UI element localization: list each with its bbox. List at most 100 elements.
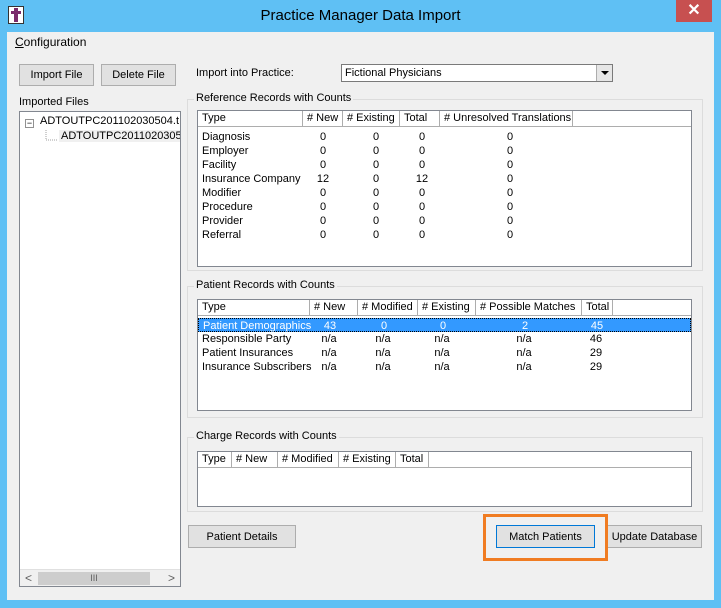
- update-database-button[interactable]: Update Database: [607, 525, 702, 548]
- reference-records-header-cell[interactable]: # Unresolved Translations: [440, 111, 573, 126]
- reference-records-cell: 0: [319, 229, 327, 241]
- patient-records-cell: 0: [439, 320, 447, 332]
- charge-records-header-cell[interactable]: Type: [198, 452, 232, 467]
- reference-records-row[interactable]: Employer 0 0 0 0: [198, 144, 691, 158]
- reference-records-cell: 0: [319, 201, 327, 213]
- reference-records-cell: 0: [506, 173, 514, 185]
- reference-records-cell: 0: [506, 187, 514, 199]
- reference-records-cell: 0: [372, 187, 380, 199]
- reference-records-header-cell[interactable]: Total: [400, 111, 440, 126]
- scroll-right-icon[interactable]: >: [163, 570, 180, 586]
- tree-node-root[interactable]: ADTOUTPC201102030504.t: [40, 115, 179, 127]
- charge-records-header-cell[interactable]: # New: [232, 452, 278, 467]
- reference-records-cell: Procedure: [202, 201, 253, 213]
- patient-records-row[interactable]: Insurance Subscribers n/a n/a n/a n/a 29: [198, 360, 691, 374]
- reference-records-row[interactable]: Referral 0 0 0 0: [198, 228, 691, 242]
- reference-records-group: Reference Records with Counts Type # New #…: [187, 92, 703, 271]
- practice-select-value: Fictional Physicians: [345, 67, 442, 79]
- practice-select[interactable]: Fictional Physicians: [341, 64, 613, 82]
- reference-records-cell: 0: [319, 215, 327, 227]
- reference-records-header-cell[interactable]: # Existing: [343, 111, 400, 126]
- reference-records-cell: 0: [418, 187, 426, 199]
- patient-records-cell: n/a: [321, 361, 337, 373]
- charge-records-header-cell[interactable]: # Modified: [278, 452, 339, 467]
- reference-records-cell: 0: [418, 159, 426, 171]
- patient-records-header-cell[interactable]: # Possible Matches: [476, 300, 582, 315]
- reference-records-cell: 0: [372, 229, 380, 241]
- close-button[interactable]: ✕: [676, 0, 712, 22]
- reference-records-row[interactable]: Facility 0 0 0 0: [198, 158, 691, 172]
- delete-file-button[interactable]: Delete File: [101, 64, 176, 86]
- reference-records-cell: 0: [319, 187, 327, 199]
- patient-records-row[interactable]: Patient Insurances n/a n/a n/a n/a 29: [198, 346, 691, 360]
- menu-bar: Configuration: [7, 32, 714, 52]
- reference-records-cell: 0: [372, 145, 380, 157]
- patient-records-cell: n/a: [516, 361, 532, 373]
- reference-records-cell: 0: [418, 145, 426, 157]
- patient-records-cell: n/a: [375, 347, 391, 359]
- import-file-button[interactable]: Import File: [19, 64, 94, 86]
- reference-records-cell: 0: [319, 159, 327, 171]
- charge-records-header: Type # New # Modified # Existing Total: [198, 452, 691, 468]
- reference-records-header-cell[interactable]: # New: [303, 111, 343, 126]
- window-client: Configuration Import File Delete File Im…: [7, 32, 714, 600]
- imported-files-label: Imported Files: [19, 96, 89, 108]
- patient-records-row[interactable]: Responsible Party n/a n/a n/a n/a 46: [198, 332, 691, 346]
- reference-records-row[interactable]: Provider 0 0 0 0: [198, 214, 691, 228]
- tree-hscrollbar[interactable]: < III >: [20, 569, 180, 586]
- reference-records-row[interactable]: Modifier 0 0 0 0: [198, 186, 691, 200]
- reference-records-cell: Employer: [202, 145, 249, 157]
- patient-records-header-cell[interactable]: # New: [310, 300, 358, 315]
- reference-records-cell: 0: [506, 131, 514, 143]
- reference-records-cell: 0: [418, 201, 426, 213]
- reference-records-cell: Referral: [202, 229, 242, 241]
- reference-records-cell: 0: [319, 131, 327, 143]
- reference-records-title: Reference Records with Counts: [194, 92, 354, 104]
- reference-records-cell: Provider: [202, 215, 243, 227]
- reference-records-cell: 0: [418, 131, 426, 143]
- patient-details-button[interactable]: Patient Details: [188, 525, 296, 548]
- reference-records-cell: 0: [372, 173, 380, 185]
- patient-records-header-cell[interactable]: Total: [582, 300, 613, 315]
- patient-records-row[interactable]: Patient Demographics 43 0 0 2 45: [198, 318, 691, 332]
- reference-records-cell: 0: [506, 201, 514, 213]
- match-patients-button[interactable]: Match Patients: [496, 525, 595, 548]
- reference-records-row[interactable]: Procedure 0 0 0 0: [198, 200, 691, 214]
- patient-records-cell: 29: [589, 347, 603, 359]
- patient-records-cell: n/a: [516, 333, 532, 345]
- patient-records-list[interactable]: Type # New # Modified # Existing # Possible …: [197, 299, 692, 411]
- patient-records-cell: 2: [521, 320, 529, 332]
- imported-files-tree[interactable]: − ADTOUTPC201102030504.t ADTOUTPC2011020…: [19, 111, 181, 587]
- reference-records-row[interactable]: Diagnosis 0 0 0 0: [198, 130, 691, 144]
- reference-records-cell: Facility: [202, 159, 237, 171]
- patient-records-cell: 46: [589, 333, 603, 345]
- patient-records-header-cell[interactable]: Type: [198, 300, 310, 315]
- chevron-down-icon[interactable]: [596, 65, 612, 81]
- patient-records-cell: n/a: [321, 333, 337, 345]
- charge-records-title: Charge Records with Counts: [194, 430, 339, 442]
- scroll-thumb[interactable]: III: [38, 572, 150, 585]
- charge-records-header-cell[interactable]: Total: [396, 452, 429, 467]
- menu-configuration-label: onfiguration: [23, 35, 87, 49]
- reference-records-cell: Modifier: [202, 187, 242, 199]
- patient-records-header-cell[interactable]: # Existing: [418, 300, 476, 315]
- charge-records-header-cell[interactable]: # Existing: [339, 452, 396, 467]
- reference-records-cell: 12: [316, 173, 330, 185]
- menu-configuration[interactable]: Configuration: [15, 35, 86, 49]
- reference-records-cell: Diagnosis: [202, 131, 251, 143]
- patient-records-cell: n/a: [375, 361, 391, 373]
- charge-records-list[interactable]: Type # New # Modified # Existing Total: [197, 451, 692, 507]
- tree-node-child[interactable]: ADTOUTPC2011020305: [59, 130, 180, 142]
- scroll-left-icon[interactable]: <: [20, 570, 37, 586]
- patient-records-cell: 0: [380, 320, 388, 332]
- patient-records-header-cell[interactable]: # Modified: [358, 300, 418, 315]
- reference-records-header-cell[interactable]: Type: [198, 111, 303, 126]
- reference-records-cell: 0: [418, 215, 426, 227]
- reference-records-row[interactable]: Insurance Company 12 0 12 0: [198, 172, 691, 186]
- reference-records-list[interactable]: Type # New # Existing Total # Unresolved Tra…: [197, 110, 692, 267]
- patient-records-cell: n/a: [375, 333, 391, 345]
- reference-records-cell: Insurance Company: [202, 173, 301, 185]
- patient-records-header: Type # New # Modified # Existing # Possible …: [198, 300, 691, 316]
- reference-records-cell: 0: [506, 215, 514, 227]
- patient-records-cell: 45: [590, 320, 604, 332]
